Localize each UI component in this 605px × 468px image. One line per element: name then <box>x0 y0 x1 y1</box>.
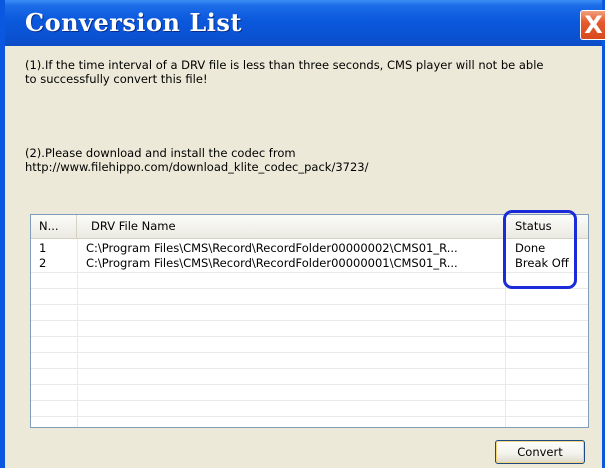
warning-note: (1).If the time interval of a DRV file i… <box>25 58 544 86</box>
row-gridline <box>31 400 588 401</box>
status-column-highlight <box>503 210 577 289</box>
row-gridline <box>31 352 588 353</box>
row-gridline <box>31 336 588 337</box>
column-header-number[interactable]: N... <box>31 215 77 239</box>
row-number: 2 <box>39 256 47 270</box>
row-gridline <box>31 320 588 321</box>
row-gridline <box>31 288 588 289</box>
row-file-name: C:\Program Files\CMS\Record\RecordFolder… <box>86 241 458 255</box>
dialog-title: Conversion List <box>25 8 242 37</box>
row-gridline <box>31 304 588 305</box>
close-button[interactable]: X <box>580 10 605 40</box>
conversion-list-dialog: Conversion List X (1).If the time interv… <box>0 0 605 468</box>
row-gridline <box>31 368 588 369</box>
row-file-name: C:\Program Files\CMS\Record\RecordFolder… <box>86 256 458 270</box>
row-gridline <box>31 384 588 385</box>
column-header-file-name[interactable]: DRV File Name <box>77 215 505 239</box>
title-bar[interactable]: Conversion List X <box>5 0 605 46</box>
row-gridline <box>31 416 588 417</box>
convert-button[interactable]: Convert <box>495 440 585 464</box>
codec-note: (2).Please download and install the code… <box>25 146 369 174</box>
row-number: 1 <box>39 241 47 255</box>
